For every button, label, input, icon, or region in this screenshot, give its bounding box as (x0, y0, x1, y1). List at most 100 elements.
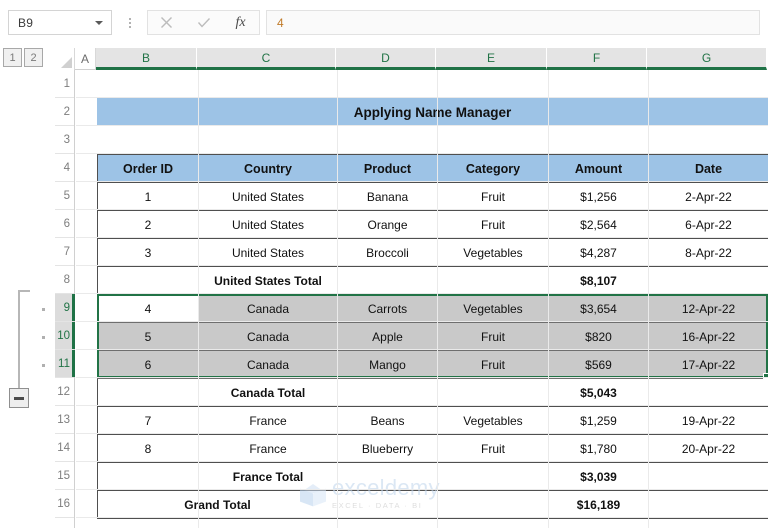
column-header-d[interactable]: D (336, 48, 436, 70)
table-cell[interactable] (648, 490, 768, 519)
table-cell[interactable] (648, 378, 768, 407)
chevron-down-icon[interactable] (95, 20, 103, 25)
table-cell[interactable] (97, 378, 199, 407)
row-header-4[interactable]: 4 (55, 154, 74, 182)
table-cell[interactable]: Broccoli (337, 238, 438, 267)
select-all-button[interactable] (55, 48, 75, 70)
table-cell[interactable]: Vegetables (437, 238, 549, 267)
table-cell[interactable]: 8-Apr-22 (648, 238, 768, 267)
column-header-c[interactable]: C (197, 48, 336, 70)
table-cell[interactable]: Carrots (337, 294, 438, 323)
table-cell[interactable]: 20-Apr-22 (648, 434, 768, 463)
cell-grand-total-label[interactable]: Grand Total (97, 490, 338, 519)
kebab-icon[interactable] (119, 10, 141, 35)
table-cell[interactable]: United States (198, 182, 338, 211)
table-cell[interactable]: $2,564 (548, 210, 649, 239)
table-cell[interactable]: $5,043 (548, 378, 649, 407)
row-header-11[interactable]: 11 (55, 350, 75, 378)
row-header-12[interactable]: 12 (55, 378, 74, 406)
table-cell[interactable]: Canada (198, 322, 338, 351)
formula-input[interactable]: 4 (266, 10, 760, 35)
table-cell[interactable]: 3 (97, 238, 199, 267)
table-cell[interactable] (648, 266, 768, 295)
table-cell[interactable]: 6-Apr-22 (648, 210, 768, 239)
table-cell[interactable]: $1,256 (548, 182, 649, 211)
row-header-14[interactable]: 14 (55, 434, 74, 462)
table-cell[interactable]: Fruit (437, 350, 549, 379)
table-cell[interactable]: Fruit (437, 182, 549, 211)
row-header-13[interactable]: 13 (55, 406, 74, 434)
table-cell[interactable]: $1,259 (548, 406, 649, 435)
column-header-g[interactable]: G (647, 48, 767, 70)
table-cell[interactable]: Fruit (437, 434, 549, 463)
row-header-1[interactable]: 1 (55, 70, 74, 98)
row-header-2[interactable]: 2 (55, 98, 74, 126)
table-cell[interactable]: Canada Total (198, 378, 338, 407)
column-header-a[interactable]: A (75, 48, 96, 70)
row-header-9[interactable]: 9 (55, 294, 75, 322)
table-cell[interactable]: 2-Apr-22 (648, 182, 768, 211)
table-cell[interactable]: Fruit (437, 322, 549, 351)
table-cell[interactable] (337, 462, 438, 491)
table-cell[interactable] (437, 266, 549, 295)
table-cell[interactable]: $569 (548, 350, 649, 379)
table-cell[interactable] (337, 266, 438, 295)
table-cell[interactable] (437, 378, 549, 407)
table-cell[interactable]: Mango (337, 350, 438, 379)
row-header-15[interactable]: 15 (55, 462, 74, 490)
table-cell[interactable]: 19-Apr-22 (648, 406, 768, 435)
table-cell[interactable]: $16,189 (548, 490, 649, 519)
close-icon[interactable] (148, 11, 185, 34)
table-cell[interactable]: $3,654 (548, 294, 649, 323)
table-cell[interactable]: 8 (97, 434, 199, 463)
table-cell[interactable]: 12-Apr-22 (648, 294, 768, 323)
table-cell[interactable]: Fruit (437, 210, 549, 239)
table-cell[interactable] (437, 490, 549, 519)
spreadsheet-grid[interactable]: Applying Name Manager Order ID Country Pro… (76, 70, 768, 528)
table-cell[interactable]: France (198, 406, 338, 435)
column-header-b[interactable]: B (96, 48, 197, 70)
outline-level-1-button[interactable]: 1 (3, 48, 22, 67)
table-cell[interactable]: 6 (97, 350, 199, 379)
fx-icon[interactable]: fx (222, 11, 259, 34)
table-cell[interactable]: 7 (97, 406, 199, 435)
table-cell[interactable]: 1 (97, 182, 199, 211)
table-cell[interactable]: $3,039 (548, 462, 649, 491)
table-cell[interactable]: France (198, 434, 338, 463)
table-cell[interactable]: Vegetables (437, 294, 549, 323)
row-header-8[interactable]: 8 (55, 266, 74, 294)
table-cell[interactable]: Banana (337, 182, 438, 211)
table-cell[interactable]: Vegetables (437, 406, 549, 435)
table-cell[interactable] (437, 462, 549, 491)
column-header-f[interactable]: F (547, 48, 647, 70)
table-cell[interactable] (337, 378, 438, 407)
table-cell[interactable]: United States (198, 210, 338, 239)
row-header-5[interactable]: 5 (55, 182, 74, 210)
table-cell[interactable]: 17-Apr-22 (648, 350, 768, 379)
table-cell[interactable] (97, 462, 199, 491)
row-header-6[interactable]: 6 (55, 210, 74, 238)
column-header-e[interactable]: E (436, 48, 547, 70)
check-icon[interactable] (185, 11, 222, 34)
table-cell[interactable] (337, 490, 438, 519)
table-cell[interactable]: Canada (198, 294, 338, 323)
outline-level-2-button[interactable]: 2 (24, 48, 43, 67)
row-header-3[interactable]: 3 (55, 126, 74, 154)
table-cell[interactable] (97, 266, 199, 295)
table-cell[interactable]: Beans (337, 406, 438, 435)
name-box[interactable]: B9 (8, 10, 112, 35)
table-cell[interactable]: Canada (198, 350, 338, 379)
table-cell[interactable]: $8,107 (548, 266, 649, 295)
table-cell[interactable]: 16-Apr-22 (648, 322, 768, 351)
table-cell[interactable]: France Total (198, 462, 338, 491)
table-cell[interactable]: 5 (97, 322, 199, 351)
table-cell[interactable]: $1,780 (548, 434, 649, 463)
row-header-16[interactable]: 16 (55, 490, 74, 518)
table-cell[interactable]: 2 (97, 210, 199, 239)
table-cell[interactable]: $820 (548, 322, 649, 351)
table-cell[interactable]: Orange (337, 210, 438, 239)
table-cell[interactable]: Blueberry (337, 434, 438, 463)
table-cell[interactable]: United States (198, 238, 338, 267)
table-cell[interactable] (648, 462, 768, 491)
outline-collapse-button[interactable] (9, 388, 29, 408)
